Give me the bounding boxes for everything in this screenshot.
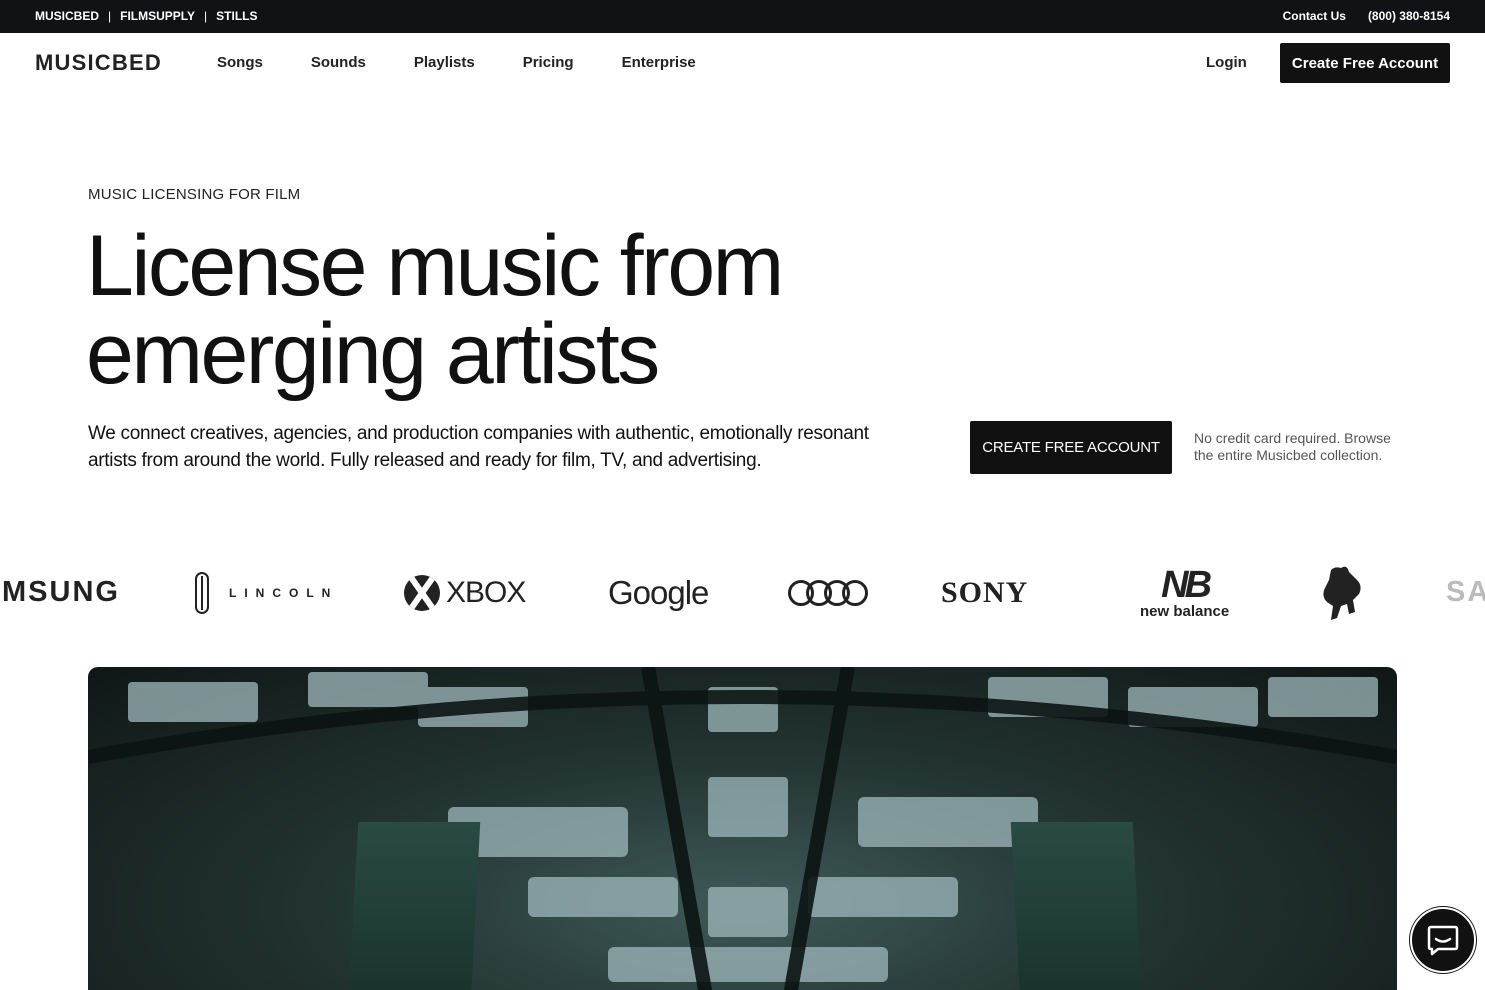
xbox-logo: XBOX xyxy=(404,555,526,630)
new-balance-wordmark: new balance xyxy=(1140,602,1230,620)
nav-links: Songs Sounds Playlists Pricing Enterpris… xyxy=(217,54,744,71)
chat-bubble-icon xyxy=(1427,925,1459,956)
hero-headline: License music from emerging artists xyxy=(86,222,986,398)
brand-link-stills[interactable]: STILLS xyxy=(216,9,257,23)
brand-separator: | xyxy=(108,9,112,23)
audi-logo xyxy=(788,555,868,630)
network-brands: MUSICBED | FILMSUPPLY | STILLS xyxy=(35,9,258,23)
hanging-curtain xyxy=(1010,822,1144,990)
brand-link-filmsupply[interactable]: FILMSUPPLY xyxy=(120,9,195,23)
xbox-wordmark: XBOX xyxy=(446,575,526,609)
warehouse-roof-image xyxy=(88,667,1397,990)
hero-eyebrow: MUSIC LICENSING FOR FILM xyxy=(88,186,301,203)
samsung-logo: MSUNG xyxy=(2,576,120,608)
headline-line-2: emerging artists xyxy=(86,306,660,402)
site-logo[interactable]: MUSICBED xyxy=(35,50,162,76)
sony-logo: SONY xyxy=(941,575,1029,609)
nav-item-songs[interactable]: Songs xyxy=(217,54,263,71)
xbox-orb-icon xyxy=(404,574,440,611)
login-link[interactable]: Login xyxy=(1206,54,1247,71)
hero-subcopy: We connect creatives, agencies, and prod… xyxy=(88,423,869,471)
main-nav: MUSICBED Songs Sounds Playlists Pricing … xyxy=(0,33,1485,93)
brand-link-musicbed[interactable]: MUSICBED xyxy=(35,9,99,23)
client-logo-strip: MSUNG LINCOLN XBOX Google SONY NB new ba… xyxy=(0,555,1485,630)
new-balance-logo: NB new balance xyxy=(1140,555,1229,630)
phone-link[interactable]: (800) 380-8154 xyxy=(1368,9,1450,23)
lamborghini-bull-icon xyxy=(1323,566,1361,620)
chat-button[interactable] xyxy=(1410,907,1476,973)
hero-video[interactable] xyxy=(88,667,1397,990)
samsung-logo-repeat: SA xyxy=(1446,576,1485,608)
contact-us-link[interactable]: Contact Us xyxy=(1283,9,1346,23)
nav-item-sounds[interactable]: Sounds xyxy=(311,54,366,71)
audi-rings-icon xyxy=(788,579,868,606)
lincoln-wordmark: LINCOLN xyxy=(229,585,339,600)
nav-item-playlists[interactable]: Playlists xyxy=(414,54,475,71)
utility-bar: MUSICBED | FILMSUPPLY | STILLS Contact U… xyxy=(0,0,1485,33)
lincoln-star-icon xyxy=(195,571,209,614)
utility-contact: Contact Us (800) 380-8154 xyxy=(1283,9,1450,23)
new-balance-mark: NB xyxy=(1161,563,1212,606)
hero-note: No credit card required. Browse the enti… xyxy=(1194,430,1391,463)
headline-line-1: License music from xyxy=(86,218,784,314)
hero-create-account-button[interactable]: CREATE FREE ACCOUNT xyxy=(970,421,1172,474)
google-logo: Google xyxy=(608,573,709,611)
nav-item-enterprise[interactable]: Enterprise xyxy=(622,54,696,71)
hanging-curtain xyxy=(347,822,481,990)
create-account-button[interactable]: Create Free Account xyxy=(1280,43,1450,83)
brand-separator: | xyxy=(204,9,208,23)
lamborghini-logo xyxy=(1313,555,1367,630)
lincoln-logo: LINCOLN xyxy=(195,555,338,630)
nav-item-pricing[interactable]: Pricing xyxy=(523,54,574,71)
